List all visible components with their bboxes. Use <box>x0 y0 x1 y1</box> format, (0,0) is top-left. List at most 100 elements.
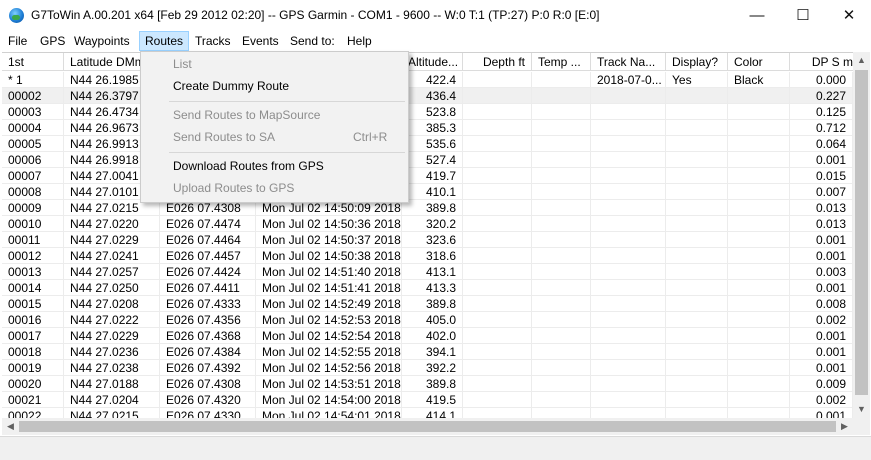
menu-help[interactable]: Help <box>347 31 372 51</box>
cell-point-id: 00014 <box>2 280 64 296</box>
trackpoint-grid: 1st Latitude DMm Altitude... Depth ft Te… <box>2 52 853 419</box>
menu-gps[interactable]: GPS <box>40 31 65 51</box>
cell-color <box>728 232 790 248</box>
menu-events[interactable]: Events <box>242 31 279 51</box>
cell-depth <box>463 264 532 280</box>
menu-send-to[interactable]: Send to: <box>290 31 335 51</box>
maximize-button[interactable]: ☐ <box>780 0 826 31</box>
cell-temperature <box>532 152 591 168</box>
cell-track-name <box>591 248 666 264</box>
table-row[interactable]: 00010 N44 27.0220 E026 07.4474 Mon Jul 02 1… <box>2 216 853 232</box>
table-row[interactable]: 00020 N44 27.0188 E026 07.4308 Mon Jul 02 1… <box>2 376 853 392</box>
table-row[interactable]: 00012 N44 27.0241 E026 07.4457 Mon Jul 02 1… <box>2 248 853 264</box>
scroll-left-icon[interactable]: ◀ <box>2 418 19 435</box>
vertical-scroll-thumb[interactable] <box>855 70 868 395</box>
cell-altitude: 394.1 <box>402 344 463 360</box>
cell-point-id: 00011 <box>2 232 64 248</box>
cell-altitude: 320.2 <box>402 216 463 232</box>
cell-depth <box>463 120 532 136</box>
column-header-track-name[interactable]: Track Na... <box>591 53 666 71</box>
cell-temperature <box>532 88 591 104</box>
table-row[interactable]: 00013 N44 27.0257 E026 07.4424 Mon Jul 02 1… <box>2 264 853 280</box>
cell-display <box>666 280 728 296</box>
cell-point-id: 00007 <box>2 168 64 184</box>
menu-item-send-routes-sa[interactable]: Send Routes to SA Ctrl+R <box>141 126 408 148</box>
table-row[interactable]: 00007 N44 27.0041 419.7 0.015 <box>2 168 853 184</box>
cell-altitude: 405.0 <box>402 312 463 328</box>
menu-waypoints[interactable]: Waypoints <box>74 31 130 51</box>
cell-display <box>666 216 728 232</box>
close-button[interactable]: ✕ <box>826 0 871 31</box>
cell-temperature <box>532 296 591 312</box>
cell-dp: 0.013 <box>790 216 853 232</box>
vertical-scrollbar[interactable]: ▲ ▼ <box>853 52 870 418</box>
menu-tracks[interactable]: Tracks <box>195 31 231 51</box>
cell-dp: 0.712 <box>790 120 853 136</box>
horizontal-scroll-thumb[interactable] <box>19 421 836 432</box>
cell-display <box>666 152 728 168</box>
menu-item-download-routes[interactable]: Download Routes from GPS <box>141 155 408 177</box>
horizontal-scrollbar[interactable]: ◀ ▶ <box>2 418 853 435</box>
cell-display <box>666 136 728 152</box>
table-row[interactable]: 00016 N44 27.0222 E026 07.4356 Mon Jul 02 1… <box>2 312 853 328</box>
table-row[interactable]: 00014 N44 27.0250 E026 07.4411 Mon Jul 02 1… <box>2 280 853 296</box>
cell-track-name <box>591 216 666 232</box>
cell-depth <box>463 248 532 264</box>
table-row[interactable]: 00006 N44 26.9918 527.4 0.001 <box>2 152 853 168</box>
table-row[interactable]: 00003 N44 26.4734 523.8 0.125 <box>2 104 853 120</box>
cell-color <box>728 184 790 200</box>
cell-altitude: 389.8 <box>402 200 463 216</box>
cell-point-id: 00010 <box>2 216 64 232</box>
menu-separator <box>169 152 405 153</box>
cell-dp: 0.013 <box>790 200 853 216</box>
cell-depth <box>463 232 532 248</box>
table-row[interactable]: 00009 N44 27.0215 E026 07.4308 Mon Jul 02 1… <box>2 200 853 216</box>
cell-longitude: E026 07.4308 <box>160 376 256 392</box>
table-row[interactable]: 00005 N44 26.9913 535.6 0.064 <box>2 136 853 152</box>
cell-longitude: E026 07.4368 <box>160 328 256 344</box>
column-header-depth[interactable]: Depth ft <box>463 53 532 71</box>
menu-routes[interactable]: Routes <box>139 31 190 51</box>
table-row[interactable]: 00002 N44 26.3797 436.4 0.227 <box>2 88 853 104</box>
cell-latitude: N44 27.0220 <box>64 216 160 232</box>
table-row[interactable]: * 1 N44 26.1985 422.4 2018-07-0... Yes Black 0… <box>2 72 853 88</box>
cell-color <box>728 296 790 312</box>
column-header-temp[interactable]: Temp ... <box>532 53 591 71</box>
cell-dp: 0.001 <box>790 152 853 168</box>
menu-item-send-routes-mapsource[interactable]: Send Routes to MapSource <box>141 104 408 126</box>
column-header-color[interactable]: Color <box>728 53 790 71</box>
menu-item-upload-routes[interactable]: Upload Routes to GPS <box>141 177 408 199</box>
table-row[interactable]: 00017 N44 27.0229 E026 07.4368 Mon Jul 02 1… <box>2 328 853 344</box>
menu-file[interactable]: File <box>8 31 27 51</box>
cell-timestamp: Mon Jul 02 14:52:49 2018 <box>256 296 402 312</box>
column-header-altitude[interactable]: Altitude... <box>402 53 463 71</box>
menu-item-create-dummy-route[interactable]: Create Dummy Route <box>141 75 408 97</box>
cell-point-id: 00013 <box>2 264 64 280</box>
table-row[interactable]: 00011 N44 27.0229 E026 07.4464 Mon Jul 02 1… <box>2 232 853 248</box>
cell-latitude: N44 27.0204 <box>64 392 160 408</box>
column-header-display[interactable]: Display? <box>666 53 728 71</box>
cell-color: Black <box>728 72 790 88</box>
scroll-up-icon[interactable]: ▲ <box>853 52 870 69</box>
column-header-dp[interactable]: DP S m <box>790 53 853 71</box>
cell-depth <box>463 168 532 184</box>
table-row[interactable]: 00015 N44 27.0208 E026 07.4333 Mon Jul 02 1… <box>2 296 853 312</box>
minimize-button[interactable]: — <box>734 0 780 31</box>
cell-display <box>666 312 728 328</box>
scroll-right-icon[interactable]: ▶ <box>836 418 853 435</box>
table-row[interactable]: 00008 N44 27.0101 410.1 0.007 <box>2 184 853 200</box>
cell-timestamp: Mon Jul 02 14:52:55 2018 <box>256 344 402 360</box>
cell-timestamp: Mon Jul 02 14:52:56 2018 <box>256 360 402 376</box>
table-row[interactable]: 00019 N44 27.0238 E026 07.4392 Mon Jul 02 1… <box>2 360 853 376</box>
menu-item-list[interactable]: List <box>141 53 408 75</box>
cell-dp: 0.007 <box>790 184 853 200</box>
scroll-down-icon[interactable]: ▼ <box>853 401 870 418</box>
cell-point-id: 00006 <box>2 152 64 168</box>
column-header-first[interactable]: 1st <box>2 53 64 71</box>
cell-temperature <box>532 280 591 296</box>
cell-depth <box>463 72 532 88</box>
table-row[interactable]: 00021 N44 27.0204 E026 07.4320 Mon Jul 02 1… <box>2 392 853 408</box>
cell-dp: 0.001 <box>790 344 853 360</box>
table-row[interactable]: 00018 N44 27.0236 E026 07.4384 Mon Jul 02 1… <box>2 344 853 360</box>
table-row[interactable]: 00004 N44 26.9673 385.3 0.712 <box>2 120 853 136</box>
